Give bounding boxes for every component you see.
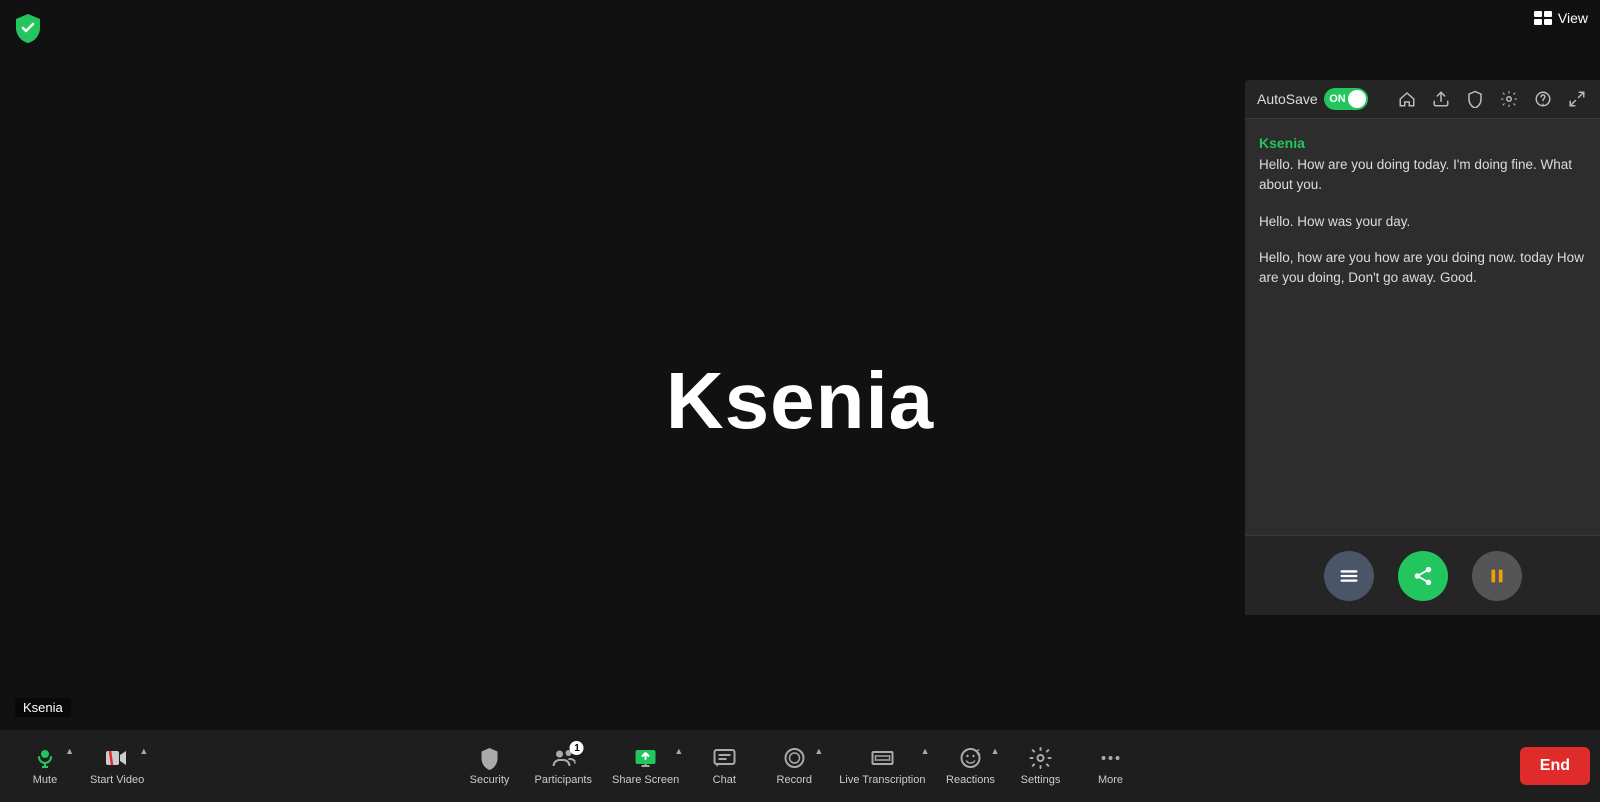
record-caret[interactable]: ▲ [814,746,823,756]
chat-sender: Ksenia [1259,135,1586,151]
chat-message-2: Hello. How was your day. [1259,212,1586,232]
settings-label: Settings [1021,774,1061,786]
panel-pause-button[interactable] [1472,551,1522,601]
toolbar-left: Mute ▲ Start Video ▲ [10,738,154,794]
panel-settings-icon[interactable] [1498,88,1520,110]
reactions-caret[interactable]: ▲ [991,746,1000,756]
chat-content: Ksenia Hello. How are you doing today. I… [1245,119,1600,535]
settings-button[interactable]: Settings [1005,738,1075,794]
participants-label: Participants [535,774,592,786]
more-label: More [1098,774,1123,786]
expand-icon[interactable] [1566,88,1588,110]
record-button[interactable]: Record ▲ [759,738,829,794]
chat-block-2: Hello. How was your day. [1259,212,1586,232]
toolbar: Mute ▲ Start Video ▲ Security [0,730,1600,802]
panel-header: AutoSave ON [1245,80,1600,119]
side-panel: AutoSave ON [1245,80,1600,615]
participant-name: Ksenia [666,355,934,447]
start-video-button[interactable]: Start Video ▲ [80,738,154,794]
panel-footer [1245,535,1600,615]
panel-share-button[interactable] [1398,551,1448,601]
home-icon[interactable] [1396,88,1418,110]
chat-button[interactable]: Chat [689,738,759,794]
toggle-knob [1348,90,1366,108]
panel-list-button[interactable] [1324,551,1374,601]
chat-label: Chat [713,774,736,786]
autosave-toggle[interactable]: ON [1324,88,1368,110]
reactions-button[interactable]: Reactions ▲ [935,738,1005,794]
mute-label: Mute [33,774,57,786]
video-label: Ksenia [15,698,71,717]
share-screen-label: Share Screen [612,774,679,786]
security-button[interactable]: Security [455,738,525,794]
end-button[interactable]: End [1520,747,1590,785]
mute-button[interactable]: Mute ▲ [10,738,80,794]
record-label: Record [777,774,812,786]
shield-icon [12,12,44,44]
chat-block-3: Hello, how are you how are you doing now… [1259,248,1586,289]
toolbar-center: Security 1 Participants Share Screen ▲ [455,738,1146,794]
view-label: View [1558,10,1588,26]
help-icon[interactable] [1532,88,1554,110]
transcription-caret[interactable]: ▲ [921,746,930,756]
security-label: Security [470,774,510,786]
share-screen-button[interactable]: Share Screen ▲ [602,738,689,794]
chat-block: Ksenia Hello. How are you doing today. I… [1259,135,1586,196]
view-button[interactable]: View [1534,10,1588,26]
live-transcription-button[interactable]: Live Transcription ▲ [829,738,935,794]
share-caret[interactable]: ▲ [674,746,683,756]
upload-icon[interactable] [1430,88,1452,110]
autosave-text: AutoSave [1257,91,1318,107]
autosave-on-label: ON [1329,93,1346,105]
autosave-label: AutoSave ON [1257,88,1368,110]
toolbar-right: End [1510,747,1590,785]
video-caret[interactable]: ▲ [139,746,148,756]
panel-shield-icon[interactable] [1464,88,1486,110]
live-transcription-label: Live Transcription [839,774,925,786]
more-button[interactable]: More [1075,738,1145,794]
mute-caret[interactable]: ▲ [65,746,74,756]
chat-message-3: Hello, how are you how are you doing now… [1259,248,1586,289]
participants-badge: 1 [570,741,584,755]
participants-button[interactable]: 1 Participants [525,738,602,794]
panel-icons [1396,88,1588,110]
start-video-label: Start Video [90,774,144,786]
reactions-label: Reactions [946,774,995,786]
chat-message-1: Hello. How are you doing today. I'm doin… [1259,155,1586,196]
